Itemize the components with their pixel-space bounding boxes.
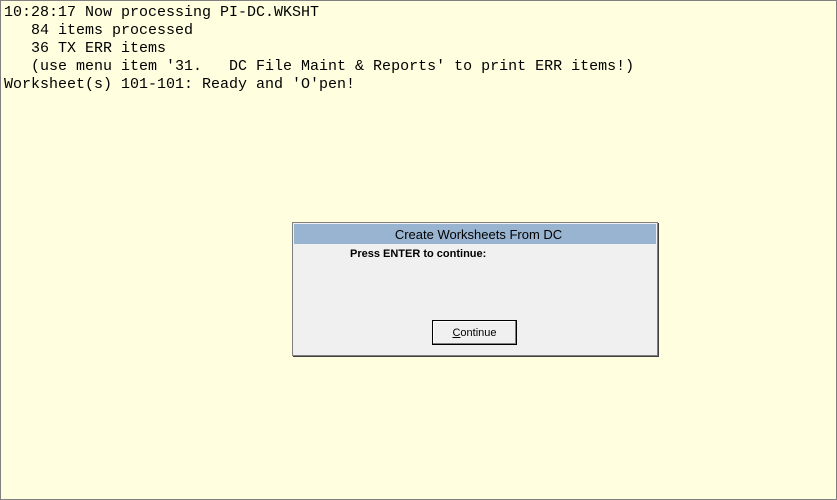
console-output: 10:28:17 Now processing PI-DC.WKSHT 84 i… (4, 4, 634, 94)
console-line: 84 items processed (4, 22, 194, 39)
continue-button-label: ontinue (460, 326, 497, 339)
console-line: (use menu item '31. DC File Maint & Repo… (4, 58, 635, 75)
create-worksheets-dialog: Create Worksheets From DC Press ENTER to… (292, 222, 658, 356)
dialog-titlebar[interactable]: Create Worksheets From DC (294, 224, 656, 244)
dialog-message: Press ENTER to continue: (350, 248, 487, 260)
dialog-title: Create Worksheets From DC (394, 226, 563, 242)
console-line: 36 TX ERR items (4, 40, 167, 57)
continue-button[interactable]: Continue (432, 320, 517, 345)
console-line: Worksheet(s) 101-101: Ready and 'O'pen! (4, 76, 356, 93)
console-line: 10:28:17 Now processing PI-DC.WKSHT (4, 4, 320, 21)
terminal-window: 10:28:17 Now processing PI-DC.WKSHT 84 i… (0, 0, 837, 500)
